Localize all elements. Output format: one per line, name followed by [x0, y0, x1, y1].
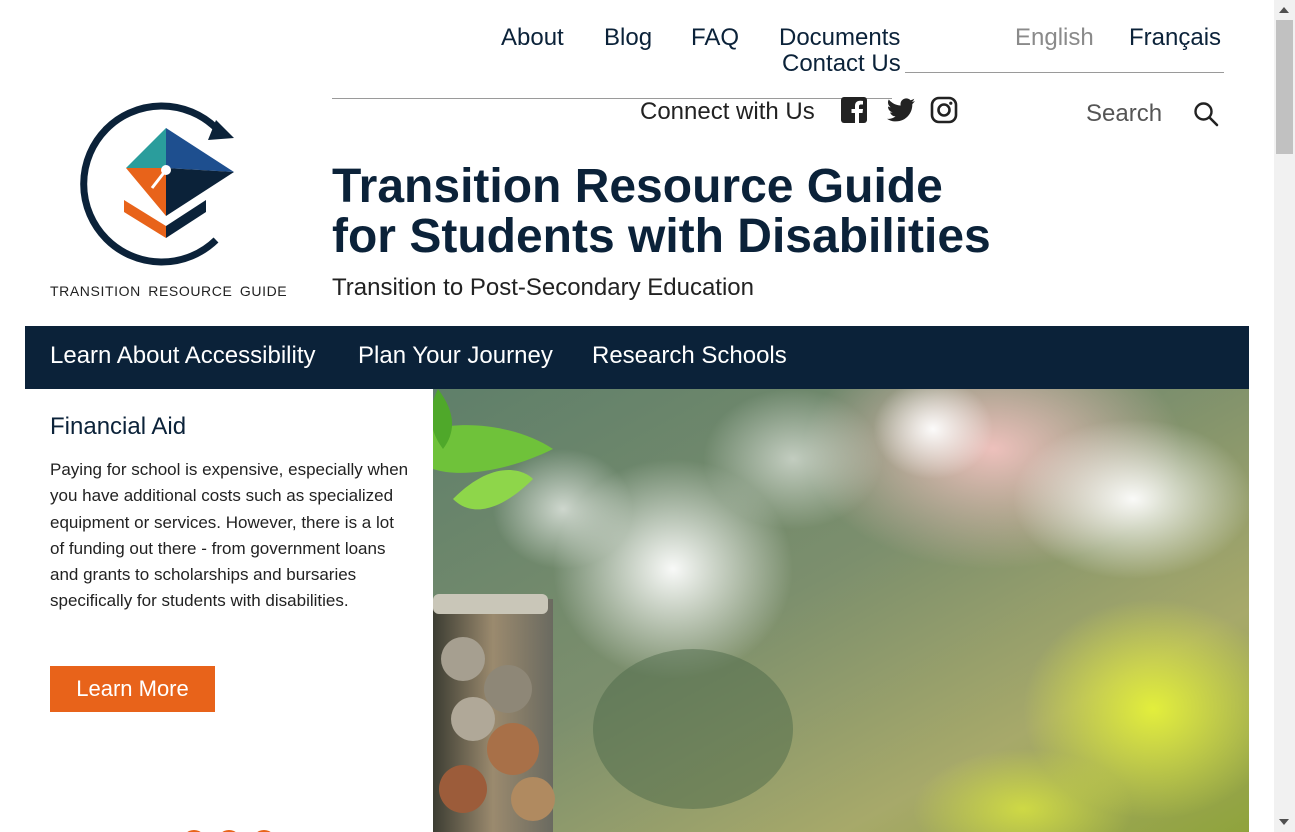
nav-link-faq[interactable]: FAQ: [691, 24, 739, 52]
logo-text: TRANSITION RESOURCE GUIDE: [50, 283, 288, 299]
nav-link-about[interactable]: About: [501, 24, 564, 52]
page-subtitle: Transition to Post-Secondary Education: [332, 274, 755, 301]
feature-description: Paying for school is expensive, especial…: [50, 460, 409, 611]
main-nav-learn-accessibility[interactable]: Learn About Accessibility: [50, 342, 316, 370]
main-nav-research-schools[interactable]: Research Schools: [592, 342, 787, 370]
vertical-scrollbar[interactable]: [1274, 0, 1295, 832]
scroll-down-icon[interactable]: [1279, 819, 1289, 825]
nav-link-documents[interactable]: Documents: [779, 24, 900, 52]
scroll-up-icon[interactable]: [1279, 7, 1289, 13]
page-title: Transition Resource Guide for Students w…: [332, 162, 1092, 262]
carousel-indicators[interactable]: [180, 828, 280, 832]
hero-coin-jar-image: [433, 389, 1249, 832]
instagram-icon[interactable]: [930, 96, 958, 124]
nav-link-blog[interactable]: Blog: [604, 24, 652, 52]
graduation-cap-logo[interactable]: [66, 90, 246, 270]
learn-more-button[interactable]: Learn More: [50, 666, 215, 712]
language-english[interactable]: English: [1015, 24, 1094, 52]
search-input[interactable]: Search: [1086, 100, 1162, 128]
nav-link-contact-us[interactable]: Contact Us: [782, 50, 901, 78]
twitter-icon[interactable]: [886, 96, 916, 124]
page-title-line1: Transition Resource Guide: [332, 160, 943, 213]
search-icon[interactable]: [1192, 100, 1220, 128]
connect-label: Connect with Us: [640, 98, 815, 125]
language-french[interactable]: Français: [1129, 24, 1221, 52]
page-title-line2: for Students with Disabilities: [332, 210, 991, 263]
feature-title: Financial Aid: [50, 413, 187, 440]
facebook-icon[interactable]: [840, 96, 868, 124]
main-nav-plan-journey[interactable]: Plan Your Journey: [358, 342, 553, 370]
scroll-thumb[interactable]: [1276, 20, 1293, 154]
main-navigation: Learn About Accessibility Plan Your Jour…: [25, 326, 1249, 389]
top-nav-divider: [905, 72, 1224, 73]
